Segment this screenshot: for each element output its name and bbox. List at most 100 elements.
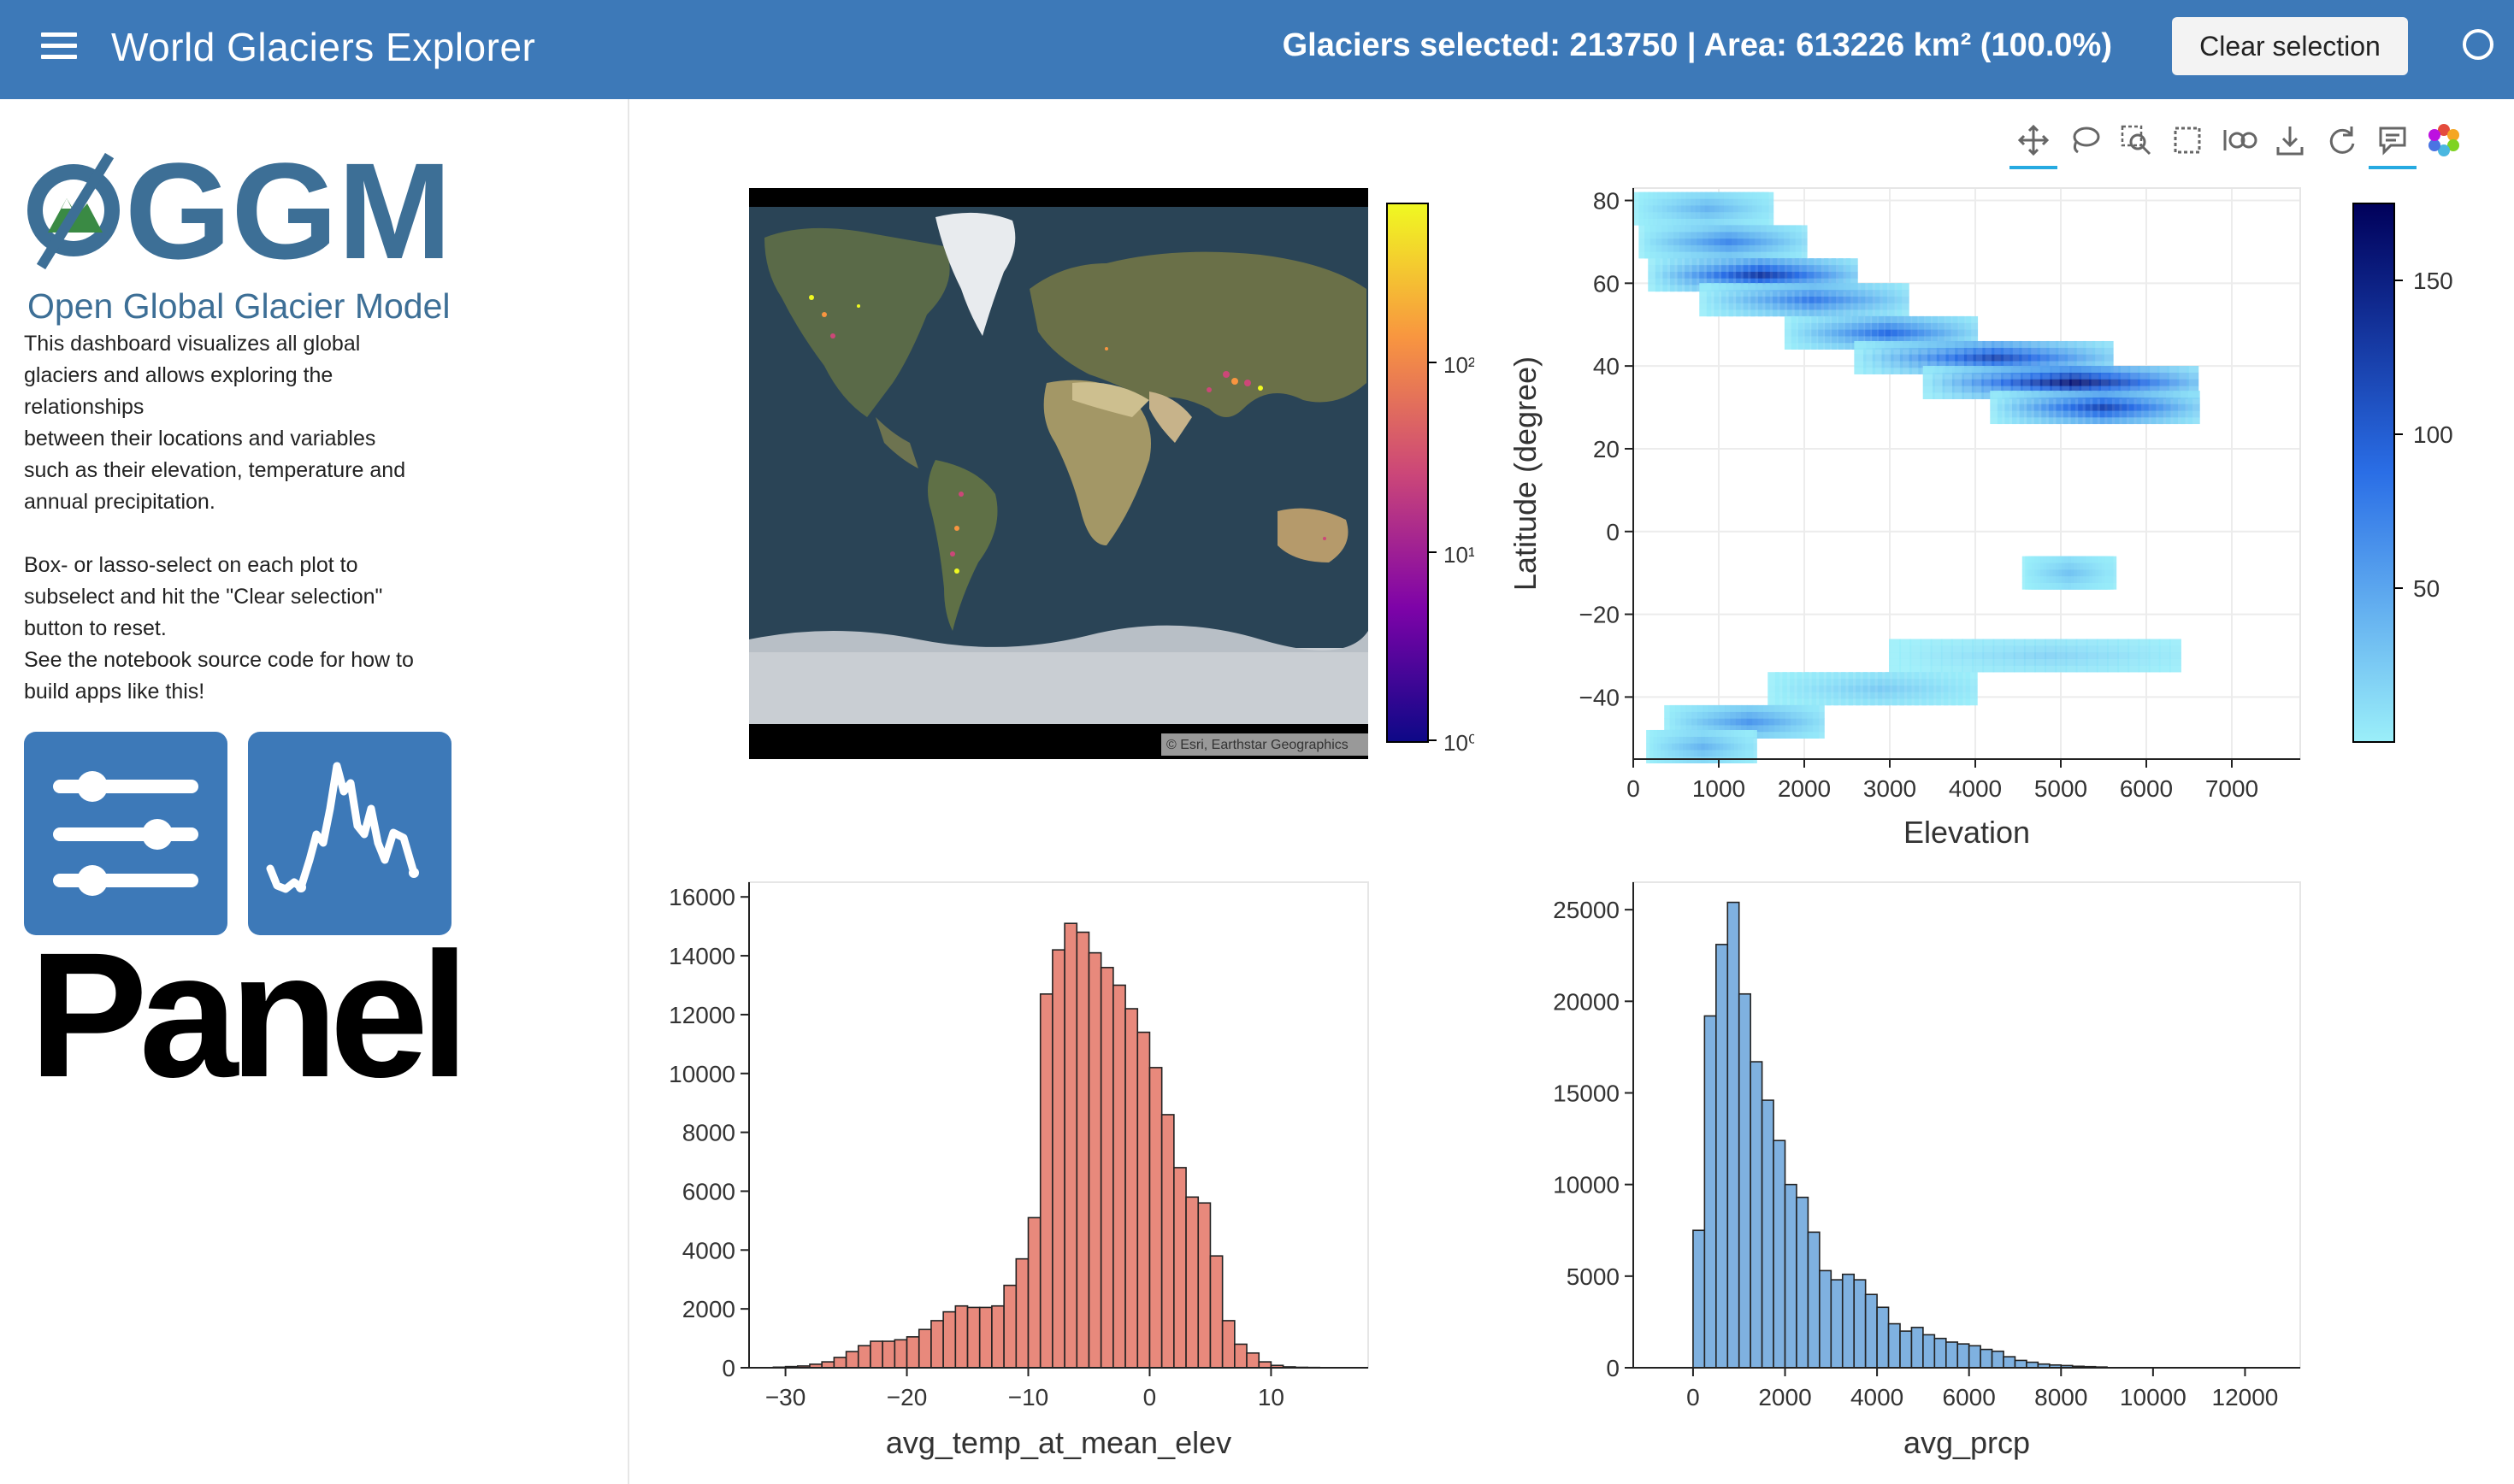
heatmap-cell xyxy=(1795,251,1808,259)
heatmap-cell xyxy=(1897,296,1909,303)
box-select-icon[interactable] xyxy=(2169,121,2206,159)
prcp-hist-bar xyxy=(1807,1231,1821,1369)
clear-selection-button[interactable]: Clear selection xyxy=(2172,17,2408,75)
elevation-latitude-heatmap[interactable]: 0 1000 2000 3000 4000 5000 6000 7000 80 60 40 20 0 −2… xyxy=(1505,180,2497,863)
heatmap-cell xyxy=(1762,211,1774,219)
precipitation-histogram[interactable]: 0 2000 4000 6000 8000 10000 12000 0 5000 10000 150… xyxy=(1505,863,2360,1479)
heatmap-cell xyxy=(1930,651,1943,659)
hover-icon[interactable] xyxy=(2369,121,2417,169)
heatmap-cell xyxy=(2034,651,2047,659)
heatmap-cell xyxy=(2169,658,2181,666)
prcp-hist-bar xyxy=(1899,1330,1913,1369)
heatmap-cell xyxy=(1940,645,1953,653)
temp-hist-bar xyxy=(1185,1196,1200,1369)
heatmap-cell xyxy=(1812,718,1825,726)
heatmap-cell xyxy=(2186,379,2199,386)
heatmap-cell xyxy=(2075,665,2088,673)
heatmap-cell xyxy=(1972,665,1985,673)
heatmap-cell xyxy=(2117,651,2130,659)
temp-hist-bar xyxy=(833,1357,847,1369)
heatmap-cell xyxy=(1795,232,1808,239)
prcp-hist-bar xyxy=(1830,1279,1844,1369)
heatmap-cell xyxy=(1744,743,1757,751)
prcp-hist-x-tick-label: 10000 xyxy=(2120,1384,2186,1410)
heatmap-cell xyxy=(2055,639,2068,646)
heatmap-cell xyxy=(1950,645,1963,653)
temp-hist-y-tick-label: 12000 xyxy=(669,1002,735,1028)
heatmap-cell xyxy=(1812,725,1825,733)
prcp-hist-x-tick-label: 2000 xyxy=(1758,1384,1811,1410)
temp-hist-bar xyxy=(1112,984,1126,1369)
heatmap-cell xyxy=(2023,658,2036,666)
temp-hist-y-tick-label: 2000 xyxy=(682,1296,735,1322)
prcp-hist-y-tick-label: 10000 xyxy=(1553,1172,1620,1198)
heatmap-x-tick-label: 1000 xyxy=(1692,775,1745,802)
prcp-hist-x-tick-label: 12000 xyxy=(2212,1384,2279,1410)
heatmap-cell xyxy=(1909,651,1922,659)
heatmap-x-tick-label: 6000 xyxy=(2120,775,2173,802)
heatmap-cell xyxy=(2086,639,2098,646)
heatmap-cell xyxy=(1950,665,1963,673)
heatmap-cell xyxy=(1897,283,1909,291)
heatmap-cell xyxy=(1972,658,1985,666)
heatmap-cell xyxy=(1982,645,1995,653)
heatmap-cell xyxy=(2158,658,2171,666)
link-icon[interactable] xyxy=(2220,121,2257,159)
heatmap-cell xyxy=(2065,645,2078,653)
temp-hist-bar xyxy=(1076,931,1090,1369)
glacier-map[interactable]: © Esri, Earthstar Geographics 10² 10¹ 10… xyxy=(747,186,1474,768)
temp-hist-bar xyxy=(954,1304,969,1369)
heatmap-cell xyxy=(1897,289,1909,297)
prcp-hist-x-tick-label: 6000 xyxy=(1943,1384,1996,1410)
prcp-hist-bar xyxy=(1796,1196,1809,1369)
save-icon[interactable] xyxy=(2271,121,2309,159)
pan-icon[interactable] xyxy=(2009,121,2057,169)
heatmap-cell xyxy=(2169,645,2181,653)
description-paragraph-1: This dashboard visualizes all global gla… xyxy=(24,332,406,514)
heatmap-cell xyxy=(1992,639,2005,646)
heatmap-cell xyxy=(1965,685,1978,692)
app-header: World Glaciers Explorer Glaciers selecte… xyxy=(0,0,2514,99)
heatmap-cell xyxy=(1950,639,1963,646)
heatmap-cell xyxy=(1965,698,1978,706)
prcp-hist-bar xyxy=(1922,1334,1936,1369)
heatmap-cell xyxy=(2169,639,2181,646)
heatmap-cell xyxy=(2075,645,2088,653)
heatmap-cell xyxy=(1762,191,1774,199)
heatmap-cell xyxy=(1744,729,1757,737)
heatmap-cell xyxy=(1992,658,2005,666)
heatmap-cell xyxy=(2158,665,2171,673)
heatmap-cell xyxy=(2096,639,2109,646)
prcp-hist-x-axis-label: avg_prcp xyxy=(1903,1425,2030,1460)
prcp-hist-bar xyxy=(1864,1293,1878,1369)
heatmap-cell xyxy=(2138,645,2151,653)
temp-hist-bar xyxy=(1221,1320,1236,1369)
oggm-logo: GGM Open Global Glacier Model xyxy=(27,134,451,326)
temp-hist-bar xyxy=(1052,949,1065,1369)
reset-icon[interactable] xyxy=(2322,121,2360,159)
box-zoom-icon[interactable] xyxy=(2117,121,2155,159)
temp-hist-y-tick-label: 10000 xyxy=(669,1061,735,1087)
heatmap-cell xyxy=(2127,651,2140,659)
heatmap-cell xyxy=(2104,569,2117,577)
heatmap-cell xyxy=(2055,651,2068,659)
bokeh-logo-icon[interactable] xyxy=(2425,121,2463,159)
temp-hist-bar xyxy=(930,1320,944,1369)
lasso-select-icon[interactable] xyxy=(2066,121,2104,159)
temp-hist-bar xyxy=(1197,1202,1212,1369)
prcp-hist-y-tick-label: 5000 xyxy=(1567,1263,1620,1290)
hamburger-menu-icon[interactable] xyxy=(41,32,77,67)
prcp-hist-bar xyxy=(1853,1279,1867,1369)
temp-hist-bar xyxy=(821,1361,835,1369)
heatmap-cell xyxy=(1962,645,1974,653)
heatmap-cell xyxy=(2096,658,2109,666)
heatmap-cell xyxy=(1940,639,1953,646)
heatmap-cell xyxy=(1899,645,1912,653)
heatmap-cell xyxy=(2107,651,2120,659)
heatmap-cell xyxy=(2104,562,2117,570)
heatmap-cell xyxy=(2187,397,2200,404)
heatmap-cell xyxy=(1909,658,1922,666)
heatmap-cell xyxy=(2107,645,2120,653)
temperature-histogram[interactable]: −30 −20 −10 0 10 0 2000 4000 6000 8000 10000 12000 1… xyxy=(633,863,1488,1479)
heatmap-cell xyxy=(2101,347,2114,355)
